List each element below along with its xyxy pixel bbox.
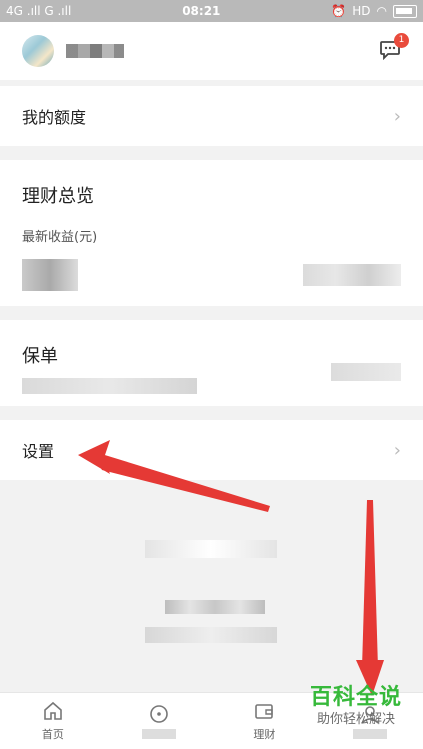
tab-discover-label-blurred — [141, 729, 176, 739]
footer-blurred-1 — [145, 540, 277, 558]
signal-text: 4G .ıll G .ıll — [6, 4, 72, 18]
quota-label: 我的额度 — [22, 108, 87, 127]
tab-discover[interactable] — [106, 693, 212, 749]
profile-header: 1 — [0, 22, 423, 80]
tab-finance-label: 理财 — [253, 728, 276, 741]
alarm-icon: ⏰ — [331, 4, 347, 18]
avatar[interactable] — [22, 35, 54, 67]
finance-card[interactable]: 理财总览 最新收益(元) — [0, 160, 423, 306]
footer-blurred-3 — [145, 627, 277, 643]
hd-indicator: HD — [352, 4, 371, 18]
watermark-main: 百科全说 — [309, 685, 402, 710]
finance-subtitle: 最新收益(元) — [22, 230, 98, 245]
compass-icon — [148, 703, 170, 725]
earnings-detail-blurred — [303, 264, 401, 286]
watermark: 百科全说 助你轻松解决 — [297, 685, 415, 739]
battery-icon — [393, 4, 417, 18]
policy-status-blurred — [331, 363, 401, 381]
settings-label: 设置 — [22, 442, 55, 461]
earnings-blurred — [22, 259, 78, 291]
tab-home-label: 首页 — [41, 728, 64, 741]
policy-title: 保单 — [22, 346, 58, 367]
watermark-sub: 助你轻松解决 — [316, 712, 395, 727]
settings-card: 设置 › — [0, 420, 423, 480]
message-button[interactable]: 1 — [379, 33, 409, 61]
home-icon — [42, 700, 64, 722]
message-badge: 1 — [394, 33, 409, 48]
wifi-icon: ◠ — [376, 4, 387, 18]
finance-title: 理财总览 — [22, 186, 94, 207]
policy-info-blurred — [22, 378, 197, 394]
footer-blurred-2 — [165, 600, 265, 614]
quota-card: 我的额度 › — [0, 86, 423, 146]
settings-row[interactable]: 设置 › — [0, 420, 423, 480]
tab-home[interactable]: 首页 — [0, 693, 106, 749]
policy-card[interactable]: 保单 — [0, 320, 423, 406]
footer-info — [0, 482, 423, 692]
status-time: 08:21 — [182, 4, 221, 18]
wallet-icon — [253, 700, 275, 722]
chevron-right-icon: › — [393, 105, 401, 127]
status-bar: 4G .ıll G .ıll 08:21 ⏰ HD ◠ — [0, 0, 423, 22]
quota-row[interactable]: 我的额度 › — [0, 86, 423, 146]
chevron-right-icon: › — [393, 439, 401, 461]
nickname-blurred — [66, 44, 124, 58]
